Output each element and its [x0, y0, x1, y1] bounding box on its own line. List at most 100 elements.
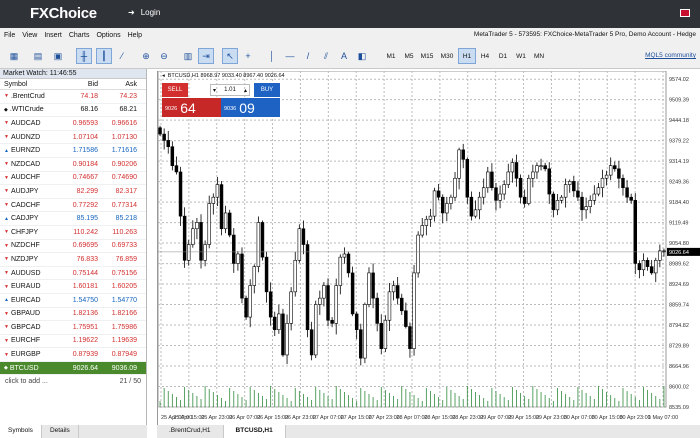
row-symbol[interactable]: ▼ EURGBP: [0, 351, 56, 358]
tab-details[interactable]: Details: [42, 425, 79, 438]
shapes-icon[interactable]: ◧: [354, 48, 370, 64]
row-symbol[interactable]: ▼ AUDJPY: [0, 188, 56, 195]
menu-view[interactable]: View: [22, 32, 37, 39]
buy-button[interactable]: BUY: [254, 83, 280, 97]
cursor-icon[interactable]: ↖: [222, 48, 238, 64]
row-symbol[interactable]: ▼ AUDNZD: [0, 134, 56, 141]
tab-btcusd-h1[interactable]: BTCUSD,H1: [223, 425, 286, 438]
trendline-icon[interactable]: /: [300, 48, 316, 64]
volume-up-icon[interactable]: ▴: [244, 87, 247, 94]
row-symbol[interactable]: ▼ GBPCAD: [0, 324, 56, 331]
candle[interactable]: [432, 187, 437, 222]
candle[interactable]: [326, 278, 330, 327]
market-watch-row[interactable]: ▼ AUDCHF 0.74667 0.74690: [0, 172, 146, 186]
row-symbol[interactable]: ▼ NZDJPY: [0, 256, 56, 263]
candle[interactable]: [367, 267, 371, 308]
vertical-line-icon[interactable]: │: [264, 48, 280, 64]
menu-insert[interactable]: Insert: [44, 32, 62, 39]
market-watch-row[interactable]: ▼ CHFJPY 110.242 110.263: [0, 226, 146, 240]
menu-file[interactable]: File: [4, 32, 15, 39]
col-bid[interactable]: Bid: [56, 81, 98, 88]
market-watch-row[interactable]: ▼ EURGBP 0.87939 0.87949: [0, 348, 146, 362]
market-watch-row[interactable]: ▼ GBPAUD 1.82136 1.82166: [0, 308, 146, 322]
candle[interactable]: [240, 247, 244, 304]
zoom-in-icon[interactable]: ⊕: [138, 48, 154, 64]
channel-icon[interactable]: ⫽: [318, 48, 334, 64]
row-symbol[interactable]: ▼ AUDUSD: [0, 270, 56, 277]
candle[interactable]: [244, 295, 248, 320]
chart-window[interactable]: 9574.02 9509.39 9444.18 9379.22 9314.19 9249.…: [157, 71, 700, 425]
market-watch-row[interactable]: ◆ BTCUSD 9026.64 9036.09: [0, 361, 146, 376]
tf-w1[interactable]: W1: [512, 48, 530, 64]
text-tool-icon[interactable]: A: [336, 48, 352, 64]
market-watch-row[interactable]: ▼ GBPCAD 1.75951 1.75986: [0, 321, 146, 335]
crosshair-icon[interactable]: +: [240, 48, 256, 64]
market-watch-row[interactable]: ▼ CADCHF 0.77292 0.77314: [0, 199, 146, 213]
tab-brentcrud-h1[interactable]: .BrentCrud,H1: [157, 425, 224, 438]
brand-logo[interactable]: FXChoice: [30, 5, 97, 22]
zoom-out-icon[interactable]: ⊖: [156, 48, 172, 64]
market-watch-icon[interactable]: ▣: [50, 48, 66, 64]
profiles-icon[interactable]: ▤: [30, 48, 46, 64]
candle[interactable]: [350, 266, 355, 317]
candle[interactable]: [412, 265, 416, 356]
tf-h4[interactable]: H4: [476, 48, 494, 64]
candle[interactable]: [633, 193, 638, 275]
candlestick-chart[interactable]: 9574.02 9509.39 9444.18 9379.22 9314.19 9249.…: [158, 71, 700, 425]
row-symbol[interactable]: ◆ BTCUSD: [0, 365, 56, 372]
candle[interactable]: [383, 315, 388, 353]
row-symbol[interactable]: ▼ NZDCHF: [0, 242, 56, 249]
menu-options[interactable]: Options: [96, 32, 120, 39]
col-ask[interactable]: Ask: [98, 81, 141, 88]
add-symbol-row[interactable]: click to add ... 21 / 50: [0, 375, 146, 387]
volume-input[interactable]: ▾ 1.01 ▴: [210, 84, 250, 96]
volume-value[interactable]: 1.01: [224, 87, 236, 93]
market-watch-row[interactable]: ▼ AUDUSD 0.75144 0.75156: [0, 267, 146, 281]
candle[interactable]: [305, 240, 310, 338]
market-watch-row[interactable]: ▼ .BrentCrud 74.18 74.23: [0, 90, 146, 104]
tf-mn[interactable]: MN: [530, 48, 548, 64]
col-symbol[interactable]: Symbol: [0, 81, 56, 88]
tf-m15[interactable]: M15: [418, 48, 436, 64]
row-symbol[interactable]: ▼ AUDCAD: [0, 120, 56, 127]
login-button[interactable]: ➜ Login: [128, 8, 160, 17]
tf-h1[interactable]: H1: [458, 48, 476, 64]
candle[interactable]: [182, 207, 187, 268]
market-watch-row[interactable]: ▼ EURCHF 1.19622 1.19639: [0, 335, 146, 349]
candle[interactable]: [199, 214, 203, 269]
row-symbol[interactable]: ▲ EURCAD: [0, 297, 56, 304]
candle[interactable]: [219, 181, 224, 236]
uk-flag-icon[interactable]: [680, 9, 690, 17]
row-symbol[interactable]: ▼ CADCHF: [0, 202, 56, 209]
tf-d1[interactable]: D1: [494, 48, 512, 64]
row-symbol[interactable]: ◆ .WTICrude: [0, 106, 56, 113]
horizontal-line-icon[interactable]: —: [282, 48, 298, 64]
bar-chart-icon[interactable]: ╫: [76, 48, 92, 64]
market-watch-row[interactable]: ▲ EURNZD 1.71586 1.71616: [0, 144, 146, 158]
market-watch-row[interactable]: ▼ AUDCAD 0.96593 0.96616: [0, 117, 146, 131]
menu-help[interactable]: Help: [128, 32, 142, 39]
row-symbol[interactable]: ▼ NZDCAD: [0, 161, 56, 168]
buy-price[interactable]: 9036 09: [221, 98, 280, 117]
candle[interactable]: [297, 224, 302, 263]
row-symbol[interactable]: ▼ CHFJPY: [0, 229, 56, 236]
tf-m30[interactable]: M30: [438, 48, 456, 64]
menu-charts[interactable]: Charts: [69, 32, 90, 39]
row-symbol[interactable]: ▼ EURAUD: [0, 283, 56, 290]
market-watch-row[interactable]: ▼ NZDCAD 0.90184 0.90206: [0, 158, 146, 172]
market-watch-row[interactable]: ▲ EURCAD 1.54750 1.54770: [0, 294, 146, 308]
candle[interactable]: [256, 216, 261, 273]
mql5-community-link[interactable]: MQL5 community: [645, 52, 696, 59]
market-watch-row[interactable]: ▼ AUDJPY 82.299 82.317: [0, 185, 146, 199]
add-symbol-label[interactable]: click to add ...: [5, 378, 48, 385]
candle[interactable]: [313, 300, 318, 359]
sell-price[interactable]: 9026 64: [162, 98, 221, 117]
candle[interactable]: [416, 231, 420, 278]
market-watch-row[interactable]: ▼ NZDCHF 0.69695 0.69733: [0, 240, 146, 254]
market-watch-row[interactable]: ◆ .WTICrude 68.16 68.21: [0, 104, 146, 118]
tf-m5[interactable]: M5: [400, 48, 418, 64]
market-watch-row[interactable]: ▼ NZDJPY 76.833 76.859: [0, 253, 146, 267]
row-symbol[interactable]: ▲ EURNZD: [0, 147, 56, 154]
row-symbol[interactable]: ▼ EURCHF: [0, 337, 56, 344]
candle[interactable]: [260, 220, 265, 261]
